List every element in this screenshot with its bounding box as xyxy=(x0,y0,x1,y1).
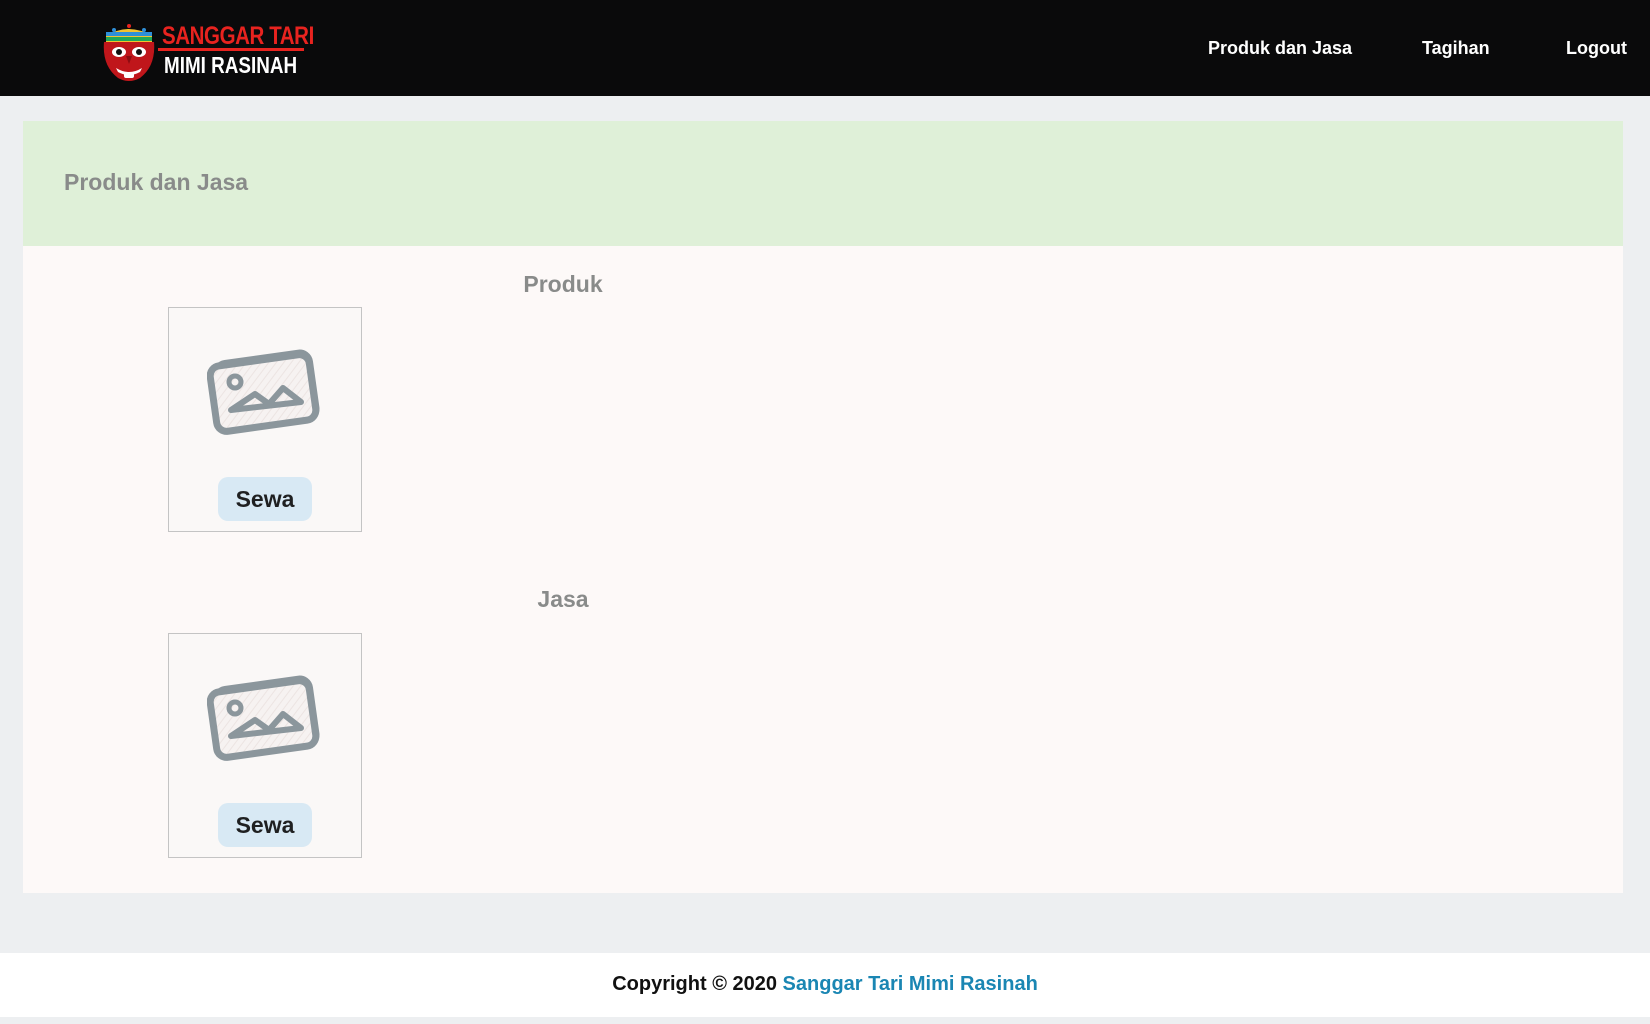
section-title-produk: Produk xyxy=(523,271,603,297)
image-placeholder-icon xyxy=(207,675,320,761)
nav-link-logout[interactable]: Logout xyxy=(1566,36,1627,60)
copyright-text: Copyright © 2020 xyxy=(612,973,783,995)
footer-brand-link[interactable]: Sanggar Tari Mimi Rasinah xyxy=(783,973,1038,995)
image-placeholder-icon xyxy=(207,349,320,435)
brand-subtitle: MIMI RASINAH xyxy=(164,52,298,78)
card-header: Produk dan Jasa xyxy=(23,121,1623,246)
brand-logo-link[interactable]: SANGGAR TARI MIMI RASINAH xyxy=(100,20,314,84)
section-title-jasa: Jasa xyxy=(537,586,589,612)
brand-title: SANGGAR TARI xyxy=(162,22,314,50)
nav-link-produk-dan-jasa[interactable]: Produk dan Jasa xyxy=(1208,36,1352,60)
service-item: Sewa xyxy=(168,633,362,858)
footer: Copyright © 2020 Sanggar Tari Mimi Rasin… xyxy=(0,953,1650,1017)
sewa-button[interactable]: Sewa xyxy=(218,477,312,521)
footer-copyright: Copyright © 2020 Sanggar Tari Mimi Rasin… xyxy=(0,973,1650,996)
nav-link-tagihan[interactable]: Tagihan xyxy=(1422,36,1490,60)
mask-logo-icon xyxy=(103,24,155,81)
product-item: Sewa xyxy=(168,307,362,532)
page-title: Produk dan Jasa xyxy=(64,169,249,195)
sewa-button[interactable]: Sewa xyxy=(218,803,312,847)
top-navbar: SANGGAR TARI MIMI RASINAH Produk dan Jas… xyxy=(0,0,1650,96)
content-card: Produk dan Jasa Produk Sewa Jasa Sewa xyxy=(23,121,1623,893)
